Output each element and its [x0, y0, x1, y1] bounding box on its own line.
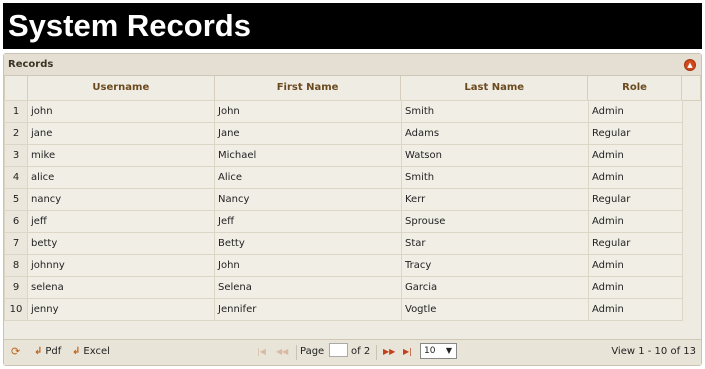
- cell-username: selena: [27, 276, 215, 299]
- download-arrow-icon: ↲: [34, 346, 43, 357]
- cell-first-name: Jennifer: [214, 298, 402, 321]
- row-number: 5: [4, 188, 28, 211]
- pager-separator: [376, 345, 377, 360]
- column-header-last-name[interactable]: Last Name: [400, 76, 589, 101]
- cell-username: betty: [27, 232, 215, 255]
- row-number: 7: [4, 232, 28, 255]
- page-title: System Records: [3, 3, 702, 49]
- refresh-icon[interactable]: ⟳: [11, 346, 20, 358]
- row-number: 4: [4, 166, 28, 189]
- view-records-info: View 1 - 10 of 13: [611, 346, 696, 357]
- row-number-header: [4, 76, 28, 101]
- cell-last-name: Adams: [401, 122, 589, 145]
- row-number: 9: [4, 276, 28, 299]
- table-row[interactable]: 1 john John Smith Admin: [4, 100, 683, 123]
- cell-role: Admin: [588, 210, 683, 233]
- cell-last-name: Kerr: [401, 188, 589, 211]
- table-row[interactable]: 4 alice Alice Smith Admin: [4, 166, 683, 189]
- cell-username: jane: [27, 122, 215, 145]
- prev-page-icon[interactable]: ◀◀: [276, 347, 288, 356]
- cell-last-name: Sprouse: [401, 210, 589, 233]
- cell-role: Regular: [588, 188, 683, 211]
- row-number: 3: [4, 144, 28, 167]
- chevron-down-icon: ▼: [445, 346, 452, 355]
- cell-last-name: Smith: [401, 100, 589, 123]
- records-grid: Records ▲ Username First Name Last Name …: [3, 53, 702, 366]
- table-row[interactable]: 5 nancy Nancy Kerr Regular: [4, 188, 683, 211]
- cell-role: Regular: [588, 122, 683, 145]
- grid-caption: Records ▲: [4, 54, 701, 76]
- page-count-label: of 2: [351, 346, 371, 357]
- export-pdf-label: Pdf: [45, 346, 62, 357]
- cell-first-name: Michael: [214, 144, 402, 167]
- column-header-first-name[interactable]: First Name: [213, 76, 402, 101]
- cell-username: jeff: [27, 210, 215, 233]
- cell-last-name: Tracy: [401, 254, 589, 277]
- cell-first-name: Jeff: [214, 210, 402, 233]
- row-number: 10: [4, 298, 28, 321]
- download-arrow-icon: ↲: [72, 346, 81, 357]
- cell-username: john: [27, 100, 215, 123]
- next-page-icon[interactable]: ▶▶: [383, 347, 395, 356]
- cell-role: Admin: [588, 298, 683, 321]
- grid-caption-label: Records: [8, 59, 54, 70]
- page-label: Page: [300, 346, 325, 357]
- cell-last-name: Vogtle: [401, 298, 589, 321]
- export-excel-button[interactable]: ↲ Excel: [72, 346, 110, 357]
- cell-role: Admin: [588, 100, 683, 123]
- cell-role: Admin: [588, 276, 683, 299]
- collapse-grid-button[interactable]: ▲: [684, 59, 696, 71]
- table-row[interactable]: 6 jeff Jeff Sprouse Admin: [4, 210, 683, 233]
- table-row[interactable]: 7 betty Betty Star Regular: [4, 232, 683, 255]
- cell-first-name: John: [214, 254, 402, 277]
- first-page-icon[interactable]: |◀: [257, 347, 266, 356]
- table-row[interactable]: 9 selena Selena Garcia Admin: [4, 276, 683, 299]
- table-row[interactable]: 3 mike Michael Watson Admin: [4, 144, 683, 167]
- export-pdf-button[interactable]: ↲ Pdf: [34, 346, 61, 357]
- row-number: 2: [4, 122, 28, 145]
- cell-first-name: John: [214, 100, 402, 123]
- row-number: 8: [4, 254, 28, 277]
- cell-username: alice: [27, 166, 215, 189]
- cell-last-name: Garcia: [401, 276, 589, 299]
- page-number-input[interactable]: [329, 343, 348, 357]
- cell-username: mike: [27, 144, 215, 167]
- grid-pager: ⟳ ↲ Pdf ↲ Excel |◀ ◀◀ Page of 2 ▶▶ ▶| 10 ▼…: [4, 339, 701, 365]
- cell-role: Admin: [588, 144, 683, 167]
- row-number: 6: [4, 210, 28, 233]
- table-row[interactable]: 2 jane Jane Adams Regular: [4, 122, 683, 145]
- cell-role: Regular: [588, 232, 683, 255]
- column-header-username[interactable]: Username: [26, 76, 215, 101]
- row-number: 1: [4, 100, 28, 123]
- cell-first-name: Nancy: [214, 188, 402, 211]
- grid-header: Username First Name Last Name Role: [4, 76, 702, 101]
- cell-username: johnny: [27, 254, 215, 277]
- cell-first-name: Selena: [214, 276, 402, 299]
- cell-first-name: Betty: [214, 232, 402, 255]
- rows-per-page-value: 10: [424, 346, 436, 356]
- last-page-icon[interactable]: ▶|: [403, 347, 412, 356]
- column-header-role[interactable]: Role: [587, 76, 682, 101]
- cell-role: Admin: [588, 166, 683, 189]
- cell-username: jenny: [27, 298, 215, 321]
- grid-body: 1 john John Smith Admin 2 jane Jane Adams Regular…: [4, 100, 683, 321]
- cell-last-name: Smith: [401, 166, 589, 189]
- pager-separator: [296, 345, 297, 360]
- cell-username: nancy: [27, 188, 215, 211]
- export-excel-label: Excel: [83, 346, 110, 357]
- table-row[interactable]: 10 jenny Jennifer Vogtle Admin: [4, 298, 683, 321]
- scrollbar-header-spacer: [680, 76, 702, 101]
- cell-last-name: Star: [401, 232, 589, 255]
- cell-role: Admin: [588, 254, 683, 277]
- cell-last-name: Watson: [401, 144, 589, 167]
- table-row[interactable]: 8 johnny John Tracy Admin: [4, 254, 683, 277]
- cell-first-name: Alice: [214, 166, 402, 189]
- cell-first-name: Jane: [214, 122, 402, 145]
- rows-per-page-select[interactable]: 10 ▼: [420, 343, 457, 359]
